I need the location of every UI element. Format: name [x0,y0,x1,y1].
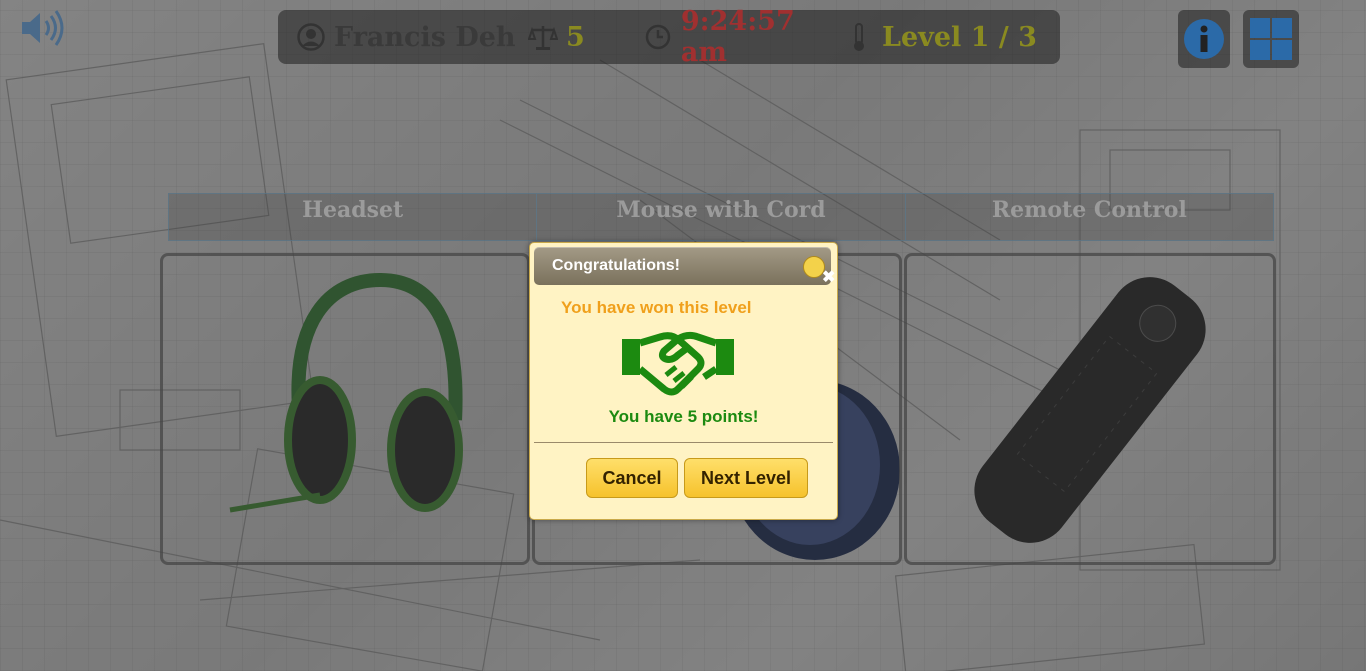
drop-zone-remote[interactable] [904,253,1276,565]
thermometer-icon [844,22,874,52]
win-message: You have won this level [561,298,752,317]
info-icon [1184,19,1224,59]
sound-button[interactable] [20,10,66,46]
close-icon: ✖ [822,269,836,286]
dialog-title: Congratulations! [552,257,680,274]
player-stat: Francis Deh [296,10,528,64]
balance-scale-icon [528,22,558,52]
drop-zone-headset[interactable] [160,253,530,565]
category-mouse: Mouse with Cord [537,194,906,240]
next-level-button[interactable]: Next Level [684,458,808,498]
clock-time: 9:24:57 am [680,6,795,68]
cancel-button[interactable]: Cancel [586,458,678,498]
score-stat: 5 [528,10,644,64]
dialog-titlebar: Congratulations! ✖ [534,247,835,286]
player-name: Francis Deh [334,21,516,53]
info-button[interactable] [1178,10,1230,68]
level-indicator: Level 1 / 3 [882,21,1037,53]
score-value: 5 [566,21,585,53]
status-bar: Francis Deh 5 9:24:57 am Level 1 / 3 [278,6,1060,68]
points-message: You have 5 points! [608,407,759,426]
category-remote: Remote Control [991,197,1187,223]
dialog-divider [534,442,833,443]
clock-stat: 9:24:57 am [644,6,844,68]
close-button[interactable]: ✖ [803,256,835,286]
congratulations-dialog: Congratulations! ✖ You have won this lev… [529,242,838,520]
handshake-icon [622,331,734,396]
clock-icon [644,22,673,52]
category-headset: Headset [169,194,538,240]
level-stat: Level 1 / 3 [844,10,1037,64]
category-headers: Headset Mouse with Cord Remote Control [168,193,1274,241]
windows-icon [1250,18,1292,60]
windows-button[interactable] [1243,10,1299,68]
volume-icon [22,10,64,46]
user-circle-icon [296,22,326,52]
